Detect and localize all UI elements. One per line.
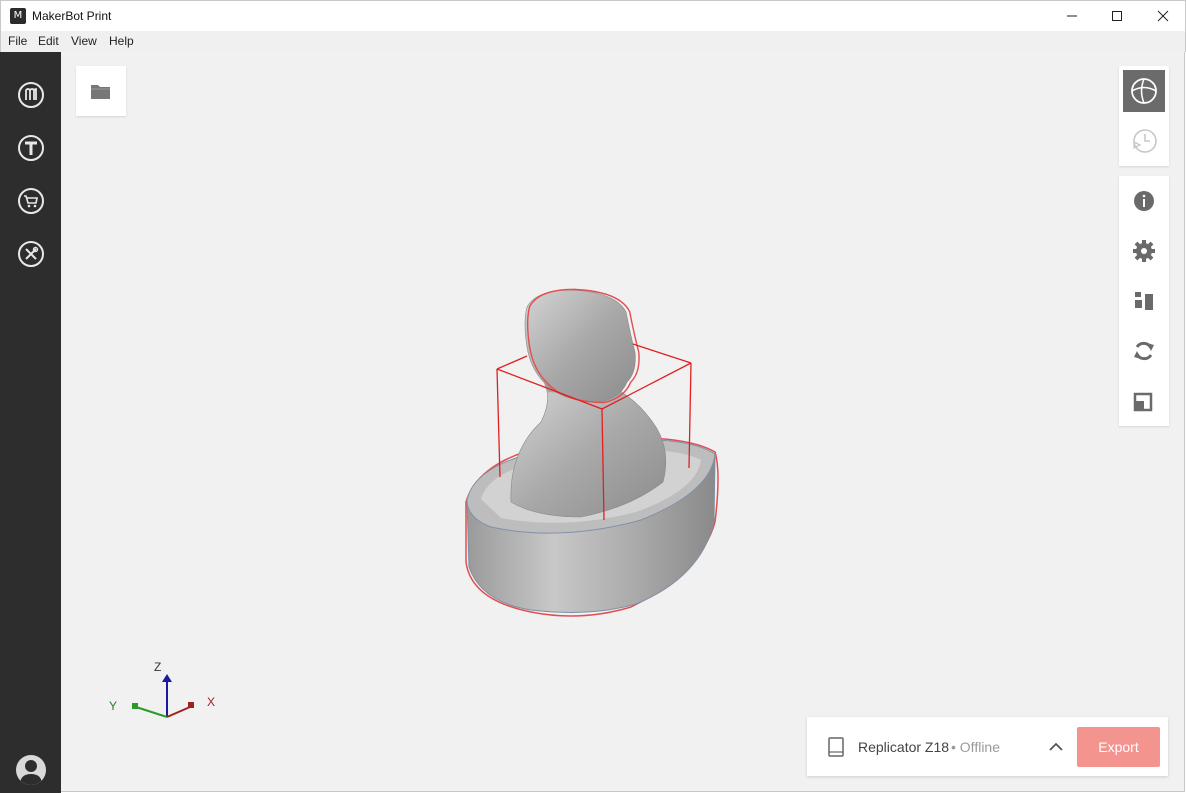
build-plate-viewport[interactable]: Z Y X Replicator Z18 • Offline Export bbox=[61, 52, 1185, 792]
store-cart-icon[interactable] bbox=[17, 187, 45, 215]
printer-status: • Offline bbox=[951, 739, 1000, 755]
menu-file[interactable]: File bbox=[8, 34, 27, 48]
maximize-icon bbox=[1112, 11, 1122, 21]
maximize-button[interactable] bbox=[1094, 1, 1140, 31]
tools-icon[interactable] bbox=[17, 240, 45, 268]
menu-view[interactable]: View bbox=[71, 34, 97, 48]
rotate-button[interactable] bbox=[1123, 330, 1165, 372]
close-button[interactable] bbox=[1140, 1, 1186, 31]
info-icon bbox=[1134, 191, 1154, 211]
model-view-icon bbox=[1131, 78, 1157, 104]
makerbot-app-icon: M bbox=[10, 8, 26, 24]
minimize-button[interactable] bbox=[1049, 1, 1095, 31]
settings-button[interactable] bbox=[1123, 230, 1165, 272]
arrange-icon bbox=[1135, 292, 1153, 310]
info-button[interactable] bbox=[1123, 180, 1165, 222]
minimize-icon bbox=[1067, 15, 1077, 17]
title-bar: M MakerBot Print bbox=[0, 0, 1186, 31]
printer-device-icon bbox=[828, 737, 844, 757]
scale-icon bbox=[1133, 392, 1153, 412]
print-preview-icon bbox=[1133, 129, 1157, 153]
model-tools-panel bbox=[1119, 176, 1169, 426]
axis-z-label: Z bbox=[154, 660, 162, 674]
print-preview-button[interactable] bbox=[1123, 120, 1165, 162]
model-scene bbox=[465, 288, 719, 617]
menu-bar: File Edit View Help bbox=[0, 31, 1186, 52]
axis-y-label: Y bbox=[109, 699, 118, 713]
model-view-button[interactable] bbox=[1123, 70, 1165, 112]
makerbot-logo-icon[interactable] bbox=[17, 81, 45, 109]
export-button[interactable]: Export bbox=[1077, 727, 1160, 767]
left-sidebar bbox=[0, 52, 61, 793]
thingiverse-icon[interactable] bbox=[17, 134, 45, 162]
close-icon bbox=[1157, 10, 1169, 22]
window-title: MakerBot Print bbox=[32, 9, 112, 23]
view-mode-panel bbox=[1119, 66, 1169, 166]
menu-edit[interactable]: Edit bbox=[38, 34, 59, 48]
printer-name[interactable]: Replicator Z18 bbox=[858, 739, 949, 755]
arrange-button[interactable] bbox=[1123, 280, 1165, 322]
user-avatar[interactable] bbox=[16, 755, 46, 785]
3d-model-bust[interactable] bbox=[465, 288, 719, 617]
menu-help[interactable]: Help bbox=[109, 34, 134, 48]
printer-export-bar: Replicator Z18 • Offline Export bbox=[807, 717, 1168, 776]
scale-button[interactable] bbox=[1123, 380, 1165, 422]
axis-x-label: X bbox=[207, 695, 216, 709]
settings-gear-icon bbox=[1133, 240, 1155, 262]
chevron-up-icon[interactable] bbox=[1049, 742, 1063, 752]
rotate-icon bbox=[1134, 341, 1154, 361]
